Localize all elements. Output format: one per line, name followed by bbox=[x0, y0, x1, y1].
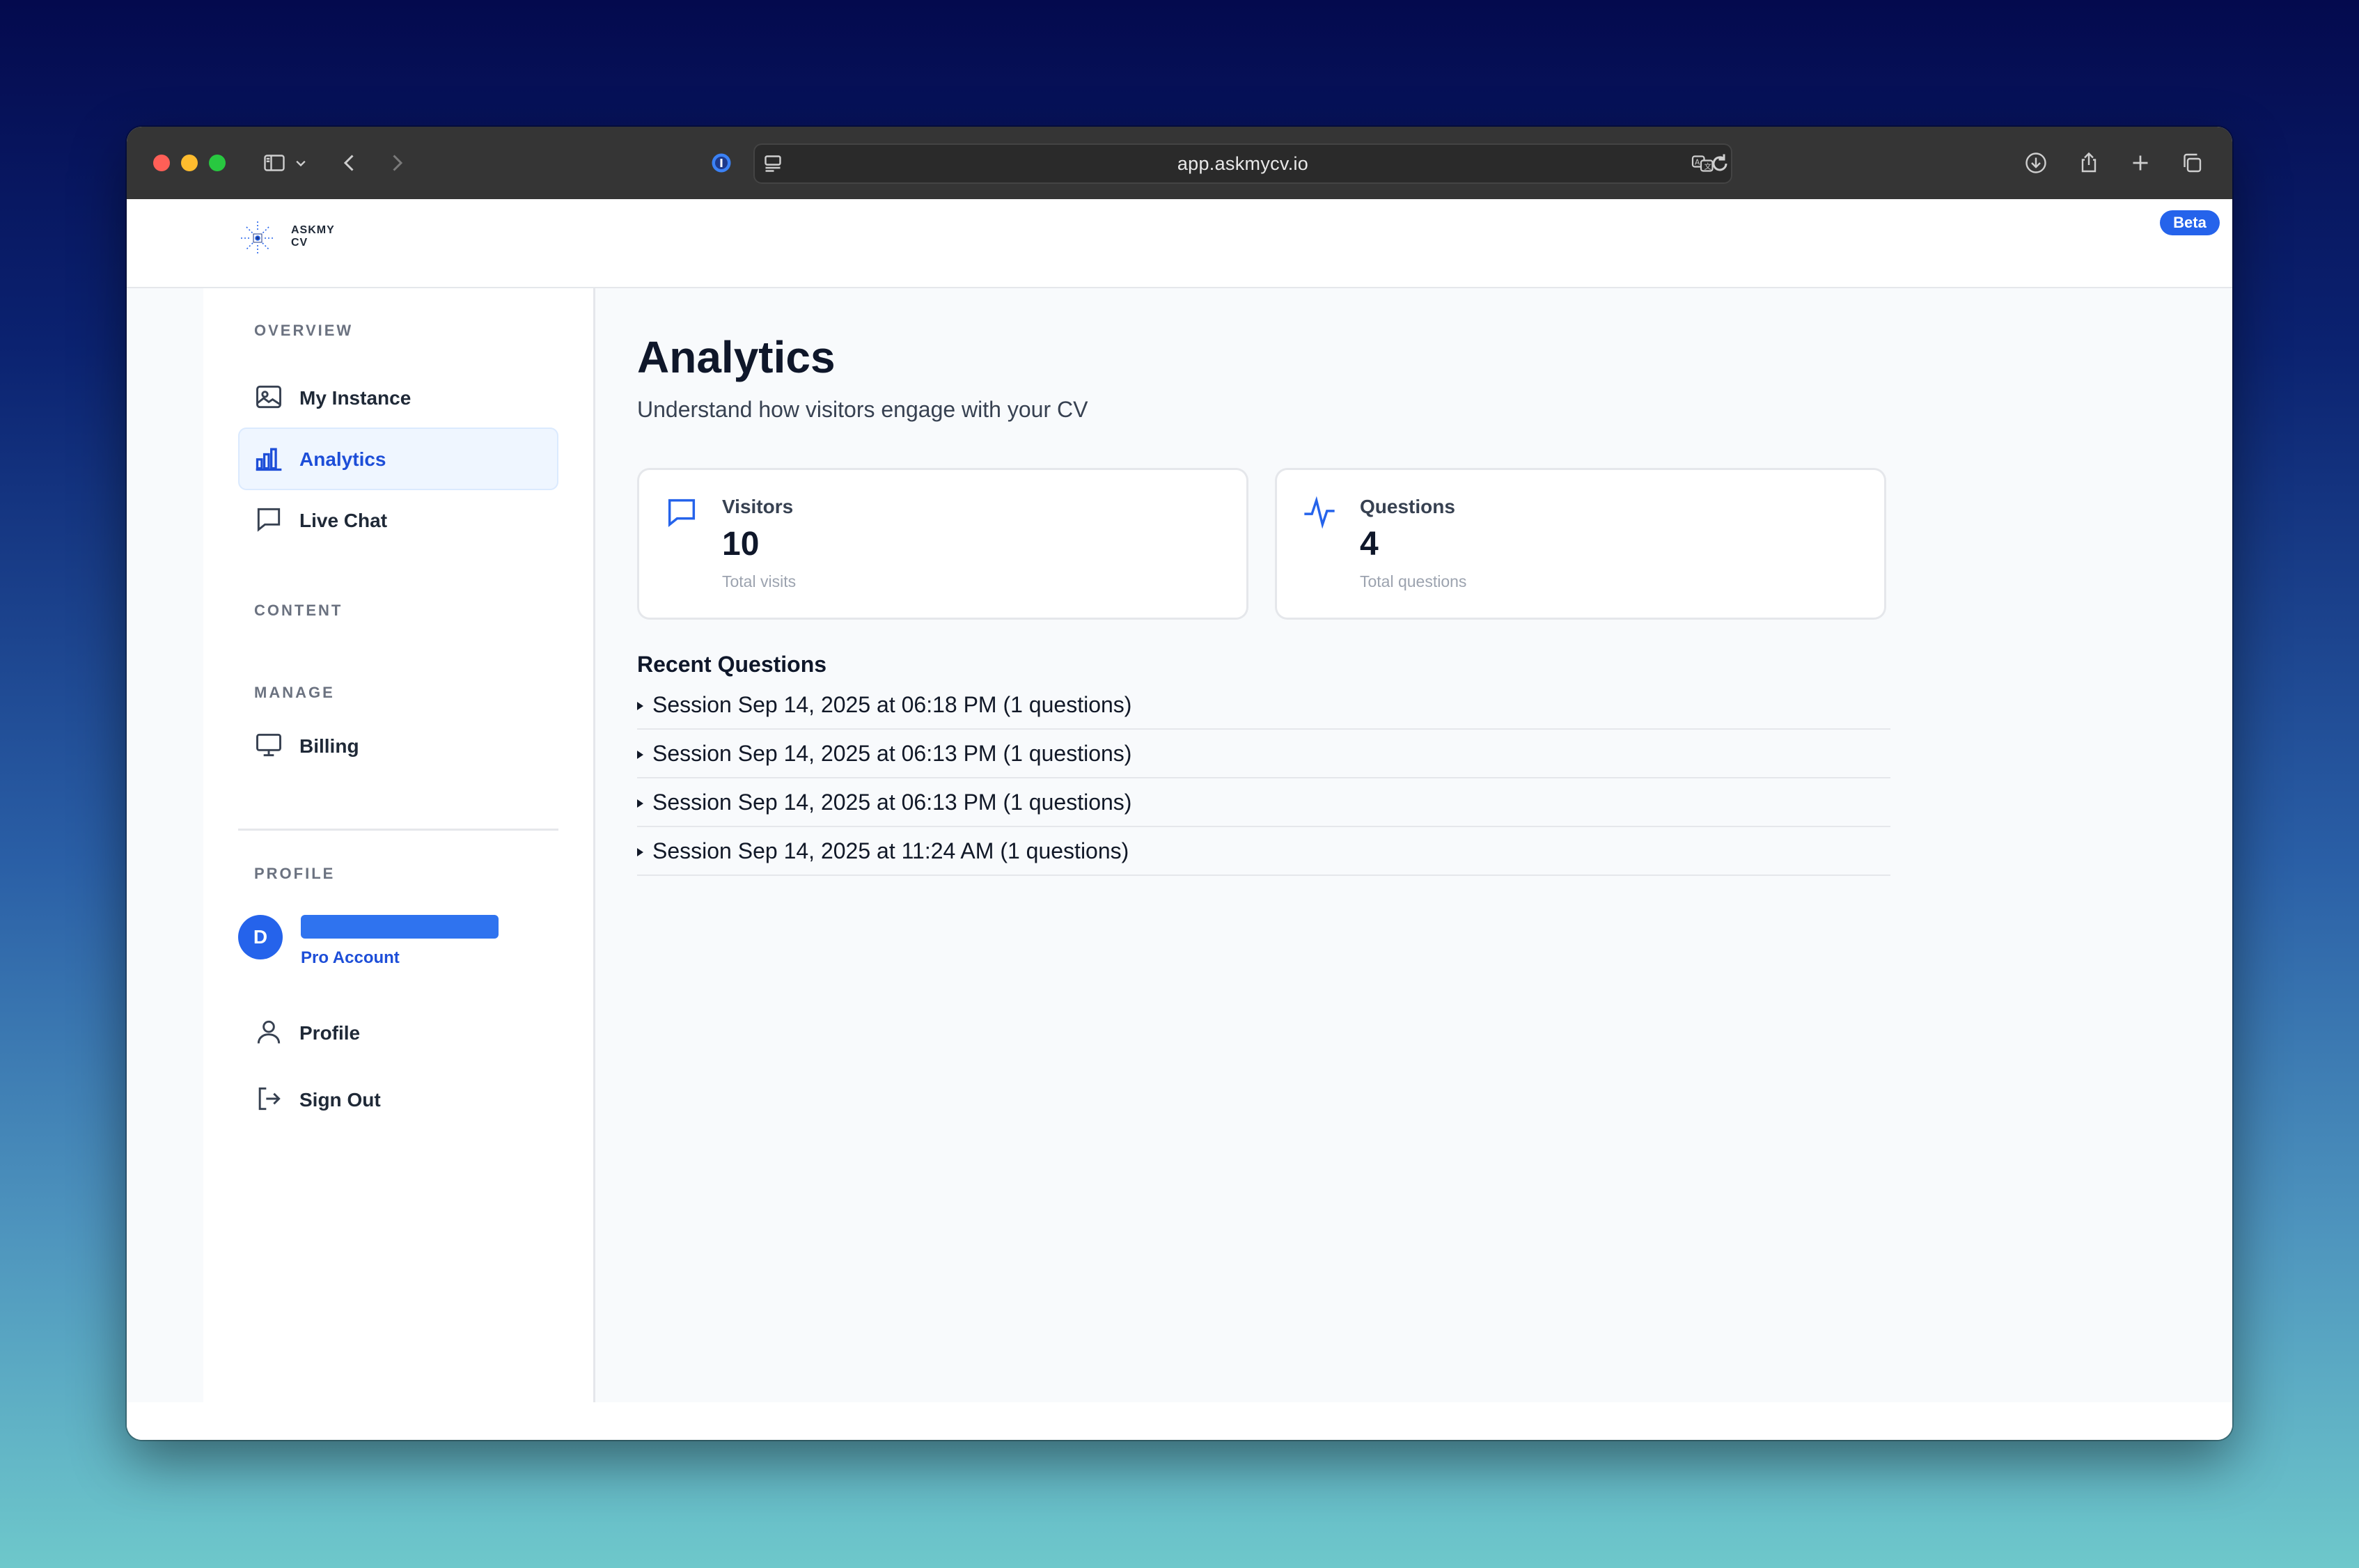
sidebar-divider bbox=[238, 829, 558, 831]
disclosure-triangle-icon bbox=[637, 702, 643, 710]
logo-icon[interactable] bbox=[238, 219, 277, 258]
visitors-subtext: Total visits bbox=[722, 572, 797, 590]
activity-pulse-icon bbox=[1301, 494, 1338, 531]
download-icon[interactable] bbox=[2021, 148, 2051, 178]
questions-label: Questions bbox=[1360, 496, 1455, 517]
sidebar-item-analytics[interactable]: Analytics bbox=[238, 428, 558, 490]
questions-card: Questions 4 Total questions bbox=[1275, 468, 1886, 620]
session-label: Session Sep 14, 2025 at 06:18 PM (1 ques… bbox=[652, 692, 1132, 717]
password-manager-icon[interactable] bbox=[706, 148, 737, 178]
tab-overview-icon[interactable] bbox=[2177, 148, 2207, 178]
sidebar-item-live-chat[interactable]: Live Chat bbox=[238, 489, 558, 551]
minimize-window-button[interactable] bbox=[181, 155, 198, 171]
avatar[interactable]: D bbox=[238, 915, 283, 959]
section-label-content: CONTENT bbox=[254, 602, 343, 619]
browser-toolbar: app.askmycv.io A文 bbox=[127, 127, 2232, 199]
chat-bubble-icon bbox=[253, 504, 284, 535]
questions-subtext: Total questions bbox=[1360, 572, 1467, 590]
sidebar-item-label: Billing bbox=[299, 735, 359, 757]
new-tab-icon[interactable] bbox=[2125, 148, 2156, 178]
sidebar-item-billing[interactable]: Billing bbox=[238, 714, 558, 777]
visitors-card: Visitors 10 Total visits bbox=[637, 468, 1248, 620]
sidebar-item-label: My Instance bbox=[299, 387, 412, 409]
sidebar: OVERVIEW My Instance Analytics Live Chat bbox=[203, 288, 595, 1402]
sidebar-toggle-icon[interactable] bbox=[259, 148, 290, 178]
page-footer bbox=[127, 1402, 2232, 1440]
session-row[interactable]: Session Sep 14, 2025 at 06:18 PM (1 ques… bbox=[637, 681, 1890, 730]
reload-icon[interactable] bbox=[1706, 148, 1734, 179]
session-label: Session Sep 14, 2025 at 11:24 AM (1 ques… bbox=[652, 838, 1129, 863]
redacted-username bbox=[301, 915, 499, 939]
sidebar-item-label: Analytics bbox=[299, 448, 386, 470]
close-window-button[interactable] bbox=[153, 155, 170, 171]
forward-arrow-icon[interactable] bbox=[382, 148, 412, 178]
visitors-label: Visitors bbox=[722, 496, 794, 517]
sidebar-item-label: Sign Out bbox=[299, 1089, 381, 1111]
sidebar-item-my-instance[interactable]: My Instance bbox=[238, 366, 558, 429]
page-subtitle: Understand how visitors engage with your… bbox=[637, 397, 1088, 422]
browser-window: app.askmycv.io A文 ASKMY CV Beta OVERVIEW… bbox=[127, 127, 2232, 1440]
chat-bubble-icon bbox=[664, 494, 700, 531]
session-label: Session Sep 14, 2025 at 06:13 PM (1 ques… bbox=[652, 741, 1132, 766]
session-label: Session Sep 14, 2025 at 06:13 PM (1 ques… bbox=[652, 790, 1132, 815]
zoom-window-button[interactable] bbox=[209, 155, 226, 171]
app-header: ASKMY CV Beta bbox=[127, 199, 2232, 288]
share-icon[interactable] bbox=[2074, 148, 2104, 178]
disclosure-triangle-icon bbox=[637, 799, 643, 808]
address-bar[interactable]: app.askmycv.io A文 bbox=[753, 143, 1732, 184]
back-arrow-icon[interactable] bbox=[334, 148, 365, 178]
image-frame-icon bbox=[253, 382, 284, 412]
section-label-manage: MANAGE bbox=[254, 684, 335, 701]
beta-badge: Beta bbox=[2160, 210, 2220, 235]
sign-out-icon bbox=[253, 1083, 284, 1114]
session-row[interactable]: Session Sep 14, 2025 at 06:13 PM (1 ques… bbox=[637, 730, 1890, 778]
user-icon bbox=[253, 1017, 284, 1047]
sidebar-item-label: Profile bbox=[299, 1022, 361, 1044]
logo-line-1: ASKMY bbox=[291, 224, 335, 236]
logo-wordmark[interactable]: ASKMY CV bbox=[291, 224, 335, 249]
monitor-icon bbox=[253, 730, 284, 760]
session-row[interactable]: Session Sep 14, 2025 at 11:24 AM (1 ques… bbox=[637, 827, 1890, 876]
main-content: Analytics Understand how visitors engage… bbox=[595, 288, 2232, 1402]
svg-text:A: A bbox=[1695, 159, 1700, 167]
disclosure-triangle-icon bbox=[637, 751, 643, 759]
sidebar-item-label: Live Chat bbox=[299, 510, 388, 531]
sidebar-item-sign-out[interactable]: Sign Out bbox=[238, 1068, 558, 1131]
visitors-value: 10 bbox=[722, 526, 760, 563]
account-type-label: Pro Account bbox=[301, 948, 400, 967]
chevron-down-icon[interactable] bbox=[291, 148, 311, 178]
web-page: ASKMY CV Beta OVERVIEW My Instance Analy… bbox=[127, 199, 2232, 1440]
logo-line-2: CV bbox=[291, 237, 308, 249]
section-label-profile: PROFILE bbox=[254, 865, 336, 882]
recent-questions-heading: Recent Questions bbox=[637, 652, 827, 677]
disclosure-triangle-icon bbox=[637, 848, 643, 856]
section-label-overview: OVERVIEW bbox=[254, 322, 354, 339]
url-text: app.askmycv.io bbox=[1177, 153, 1309, 174]
sidebar-item-profile[interactable]: Profile bbox=[238, 1001, 558, 1064]
left-gutter bbox=[127, 288, 203, 1402]
page-title: Analytics bbox=[637, 332, 836, 382]
bar-chart-icon bbox=[253, 443, 284, 473]
session-row[interactable]: Session Sep 14, 2025 at 06:13 PM (1 ques… bbox=[637, 778, 1890, 827]
questions-value: 4 bbox=[1360, 526, 1379, 563]
